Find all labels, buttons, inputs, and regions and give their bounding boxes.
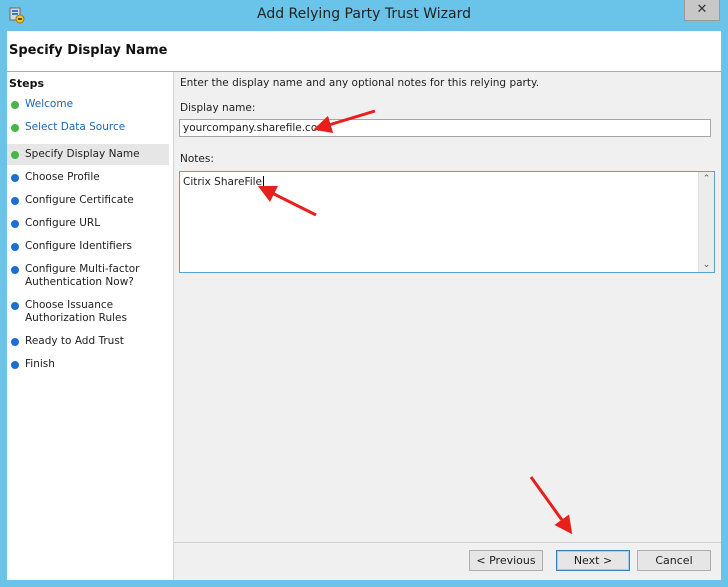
next-button[interactable]: Next > (556, 550, 630, 571)
page-header: Specify Display Name (7, 31, 721, 72)
wizard-client-area: Specify Display Name Steps Welcome Selec… (7, 31, 721, 580)
step-configure-certificate: Configure Certificate (7, 194, 169, 207)
step-label: Specify Display Name (25, 148, 140, 160)
close-button[interactable]: ✕ (684, 0, 720, 21)
notes-text: Citrix ShareFile (183, 176, 265, 188)
step-select-data-source[interactable]: Select Data Source (7, 121, 169, 134)
pending-dot-icon (11, 302, 19, 310)
step-finish: Finish (7, 358, 169, 371)
step-label: Ready to Add Trust (25, 335, 124, 347)
step-configure-identifiers: Configure Identifiers (7, 240, 169, 253)
wizard-window: Add Relying Party Trust Wizard ✕ Specify… (0, 0, 728, 587)
current-dot-icon (11, 151, 19, 159)
pending-dot-icon (11, 361, 19, 369)
pending-dot-icon (11, 338, 19, 346)
pending-dot-icon (11, 197, 19, 205)
step-ready-to-add-trust: Ready to Add Trust (7, 335, 169, 348)
step-label: Configure Multi-factor Authentication No… (25, 263, 140, 288)
previous-button[interactable]: < Previous (469, 550, 543, 571)
display-name-input[interactable]: yourcompany.sharefile.com (179, 119, 711, 137)
step-label: Select Data Source (25, 121, 126, 133)
step-configure-url: Configure URL (7, 217, 169, 230)
step-label: Welcome (25, 98, 74, 110)
step-choose-issuance-rules: Choose Issuance Authorization Rules (7, 299, 169, 325)
step-label: Choose Issuance Authorization Rules (25, 299, 127, 324)
steps-title: Steps (9, 77, 45, 90)
notes-textarea[interactable]: Citrix ShareFile ⌃ ⌄ (179, 171, 715, 273)
pending-dot-icon (11, 243, 19, 251)
completed-dot-icon (11, 101, 19, 109)
step-label: Configure Certificate (25, 194, 134, 206)
footer-divider (174, 542, 721, 543)
notes-label: Notes: (180, 153, 214, 165)
instruction-text: Enter the display name and any optional … (180, 77, 540, 89)
cancel-button[interactable]: Cancel (637, 550, 711, 571)
step-welcome[interactable]: Welcome (7, 98, 169, 111)
step-label: Finish (25, 358, 55, 370)
content-panel: Enter the display name and any optional … (174, 72, 721, 580)
step-label: Configure Identifiers (25, 240, 132, 252)
step-configure-multi-factor: Configure Multi-factor Authentication No… (7, 263, 169, 289)
pending-dot-icon (11, 220, 19, 228)
completed-dot-icon (11, 124, 19, 132)
scroll-up-icon[interactable]: ⌃ (699, 174, 714, 184)
notes-scrollbar[interactable]: ⌃ ⌄ (698, 172, 714, 272)
display-name-label: Display name: (180, 102, 256, 114)
window-title: Add Relying Party Trust Wizard (256, 6, 472, 22)
text-caret (263, 176, 265, 188)
close-icon: ✕ (696, 2, 708, 17)
step-choose-profile: Choose Profile (7, 171, 169, 184)
pending-dot-icon (11, 174, 19, 182)
scroll-down-icon[interactable]: ⌄ (699, 260, 714, 270)
step-label: Choose Profile (25, 171, 100, 183)
page-title: Specify Display Name (9, 43, 168, 58)
steps-panel: Steps Welcome Select Data Source Specify… (7, 72, 174, 580)
step-label: Configure URL (25, 217, 101, 229)
title-bar: Add Relying Party Trust Wizard ✕ (0, 0, 728, 31)
step-specify-display-name: Specify Display Name (7, 144, 169, 165)
pending-dot-icon (11, 266, 19, 274)
